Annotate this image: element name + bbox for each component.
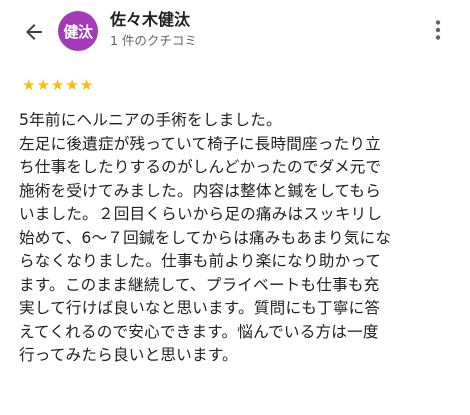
arrow-left-icon bbox=[22, 20, 46, 44]
back-button[interactable] bbox=[16, 14, 52, 50]
review-count: 1 件のクチコミ bbox=[110, 33, 197, 48]
star-icon: ★ bbox=[36, 76, 50, 94]
reviewer-name[interactable]: 佐々木健汰 bbox=[110, 10, 197, 30]
review-line: ます。このまま継続して、プライベートも仕事も充 bbox=[19, 275, 380, 294]
avatar[interactable]: 健汰 bbox=[58, 11, 98, 51]
review-line: 施術を受けてみました。内容は整体と鍼をしてもら bbox=[19, 181, 382, 200]
more-vertical-icon bbox=[435, 19, 441, 45]
more-options-button[interactable] bbox=[424, 16, 452, 48]
review-line: らなくなりました。仕事も前より楽になり助かって bbox=[19, 252, 382, 270]
review-line: 5年前にヘルニアの手術をしました。 bbox=[19, 111, 282, 129]
review-line: 実して行けば良いなと思います。質問にも丁寧に答 bbox=[19, 299, 381, 317]
star-icon: ★ bbox=[79, 76, 94, 94]
star-icon: ★ bbox=[50, 76, 65, 94]
review-body: 5年前にヘルニアの手術をしました。 左足に後遺症が残っていて椅子に長時間座ったり… bbox=[19, 109, 459, 368]
review-header: 健汰 佐々木健汰 1 件のクチコミ bbox=[0, 0, 470, 64]
review-line: いました。２回目くらいから足の痛みはスッキリし bbox=[19, 205, 383, 223]
star-rating: ★ ★ ★ ★ ★ bbox=[22, 77, 93, 93]
star-icon: ★ bbox=[65, 76, 79, 94]
review-line: 行ってみたら良いと思います。 bbox=[19, 346, 238, 364]
user-info: 佐々木健汰 1 件のクチコミ bbox=[110, 10, 197, 50]
star-icon: ★ bbox=[22, 76, 36, 94]
review-line: 左足に後遺症が残っていて椅子に長時間座ったり立 bbox=[19, 134, 382, 153]
review-line: 始めて、6〜７回鍼をしてからは痛みもあまり気にな bbox=[19, 228, 392, 247]
avatar-initials: 健汰 bbox=[63, 22, 93, 41]
review-line: ち仕事をしたりするのがしんどかったのでダメ元で bbox=[19, 158, 382, 176]
review-line: えてくれるので安心できます。悩んでいる方は一度 bbox=[19, 322, 379, 341]
